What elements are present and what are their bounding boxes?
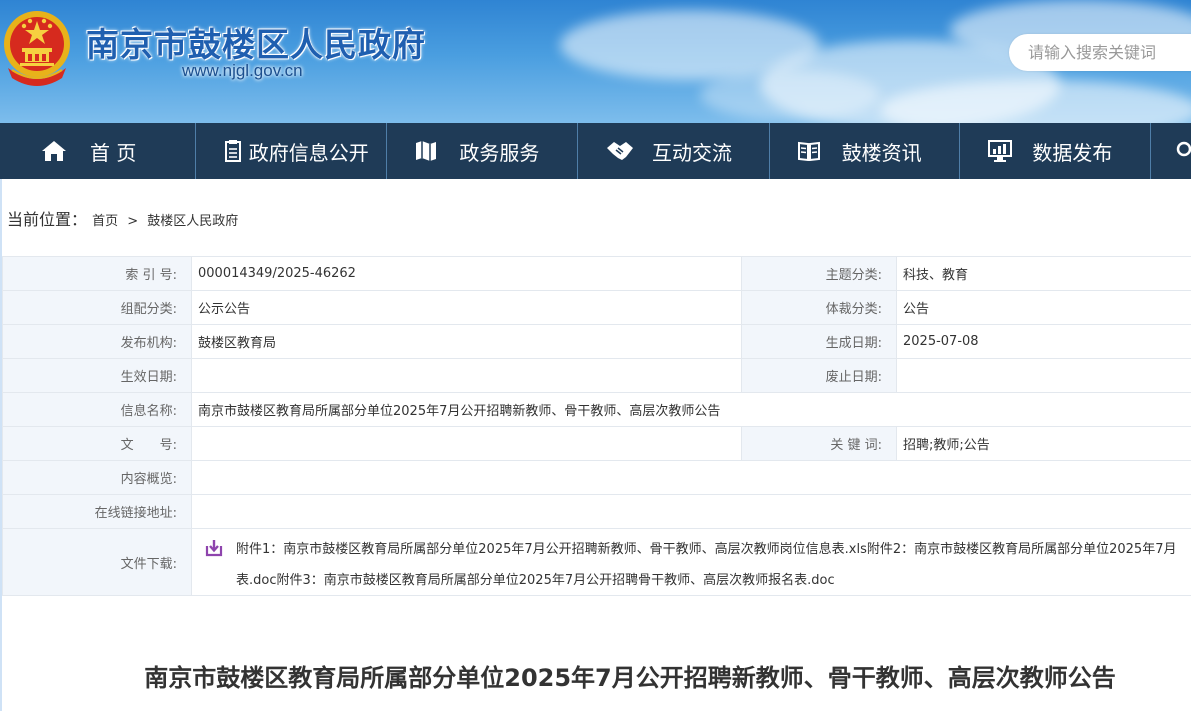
- nav-item-interaction[interactable]: 互动交流: [578, 123, 770, 179]
- meta-key: 内容概览:: [2, 460, 192, 495]
- table-row: 内容概览:: [2, 460, 1191, 495]
- table-row: 文件下载: 附件1：南京市鼓楼区教育局所属部分单位2025年7月公开招聘新教师、…: [2, 528, 1191, 596]
- book-icon: [797, 141, 820, 161]
- home-icon: [42, 141, 66, 161]
- meta-value: [191, 494, 1191, 529]
- file-download-cell: 附件1：南京市鼓楼区教育局所属部分单位2025年7月公开招聘新教师、骨干教师、高…: [191, 528, 1191, 596]
- table-row: 生效日期: 废止日期:: [2, 358, 1191, 393]
- nav-item-services[interactable]: 政务服务: [387, 123, 579, 179]
- meta-key: 文件下载:: [2, 528, 192, 596]
- meta-key: 关 键 词:: [741, 426, 897, 461]
- search-input[interactable]: [1026, 42, 1191, 63]
- document-icon: [224, 140, 241, 162]
- map-icon: [416, 141, 437, 161]
- table-row: 在线链接地址:: [2, 494, 1191, 529]
- nav-label: 首 页: [90, 140, 137, 165]
- nav-item-data[interactable]: 数据发布: [960, 123, 1151, 179]
- breadcrumb-home-link[interactable]: 首页: [92, 214, 118, 229]
- meta-value: 鼓楼区教育局: [191, 324, 742, 359]
- search-box[interactable]: [1009, 34, 1191, 71]
- site-title[interactable]: 南京市鼓楼区人民政府: [86, 18, 426, 66]
- download-icon[interactable]: [204, 538, 224, 558]
- info-metadata-table: 索 引 号: 000014349/2025-46262 主题分类: 科技、教育 …: [2, 256, 1191, 596]
- meta-value: 招聘;教师;公告: [896, 426, 1191, 461]
- breadcrumb-current-link[interactable]: 鼓楼区人民政府: [147, 214, 238, 229]
- table-row: 发布机构: 鼓楼区教育局 生成日期: 2025-07-08: [2, 324, 1191, 359]
- article-title: 南京市鼓楼区教育局所属部分单位2025年7月公开招聘新教师、骨干教师、高层次教师…: [144, 664, 1116, 692]
- meta-value: [191, 426, 742, 461]
- meta-value: [896, 358, 1191, 393]
- meta-value: [191, 460, 1191, 495]
- nav-label: 政务服务: [459, 140, 540, 165]
- meta-value: 南京市鼓楼区教育局所属部分单位2025年7月公开招聘新教师、骨干教师、高层次教师…: [191, 392, 1191, 427]
- meta-value: 公示公告: [191, 290, 742, 325]
- nav-label: 数据发布: [1032, 140, 1113, 165]
- meta-key: 生成日期:: [741, 324, 897, 359]
- attachment-link[interactable]: 附件1：南京市鼓楼区教育局所属部分单位2025年7月公开招聘新教师、骨干教师、高…: [236, 538, 1176, 557]
- meta-key: 发布机构:: [2, 324, 192, 359]
- meta-key: 废止日期:: [741, 358, 897, 393]
- meta-value: 科技、教育: [896, 256, 1191, 291]
- handshake-icon: [607, 142, 634, 160]
- breadcrumb-separator: >: [127, 214, 139, 229]
- table-row: 索 引 号: 000014349/2025-46262 主题分类: 科技、教育: [2, 256, 1191, 291]
- site-url[interactable]: www.njgl.gov.cn: [182, 61, 303, 81]
- nav-item-home[interactable]: 首 页: [0, 123, 196, 179]
- meta-key: 信息名称:: [2, 392, 192, 427]
- meta-value: 000014349/2025-46262: [191, 256, 742, 291]
- nav-label: 互动交流: [652, 140, 733, 165]
- meta-key: 主题分类:: [741, 256, 897, 291]
- meta-value: 2025-07-08: [896, 324, 1191, 359]
- cloud-decoration: [700, 70, 880, 120]
- meta-key: 生效日期:: [2, 358, 192, 393]
- nav-label: 鼓楼资讯: [841, 140, 922, 165]
- breadcrumb-label: 当前位置：: [7, 210, 88, 229]
- nav-label: 政府信息公开: [248, 140, 369, 165]
- meta-key: 在线链接地址:: [2, 494, 192, 529]
- meta-key: 组配分类:: [2, 290, 192, 325]
- table-row: 信息名称: 南京市鼓楼区教育局所属部分单位2025年7月公开招聘新教师、骨干教师…: [2, 392, 1191, 427]
- meta-key: 索 引 号:: [2, 256, 192, 291]
- nav-item-search[interactable]: [1151, 123, 1191, 179]
- national-emblem-icon[interactable]: [2, 8, 72, 88]
- meta-value: [191, 358, 742, 393]
- header-banner: 南京市鼓楼区人民政府 www.njgl.gov.cn: [0, 0, 1191, 123]
- meta-key: 文 号:: [2, 426, 192, 461]
- nav-item-gov-info[interactable]: 政府信息公开: [196, 123, 388, 179]
- search-icon: [1176, 141, 1191, 157]
- main-nav: 首 页 政府信息公开 政务服务 互动交流 鼓楼资讯 数据发布: [0, 123, 1191, 179]
- table-row: 文 号: 关 键 词: 招聘;教师;公告: [2, 426, 1191, 461]
- breadcrumb: 当前位置： 首页 > 鼓楼区人民政府: [7, 206, 238, 230]
- meta-value: 公告: [896, 290, 1191, 325]
- table-row: 组配分类: 公示公告 体裁分类: 公告: [2, 290, 1191, 325]
- meta-key: 体裁分类:: [741, 290, 897, 325]
- nav-item-news[interactable]: 鼓楼资讯: [770, 123, 961, 179]
- attachment-link[interactable]: 表.doc附件3：南京市鼓楼区教育局所属部分单位2025年7月公开招聘骨干教师、…: [236, 569, 835, 588]
- monitor-icon: [988, 140, 1013, 162]
